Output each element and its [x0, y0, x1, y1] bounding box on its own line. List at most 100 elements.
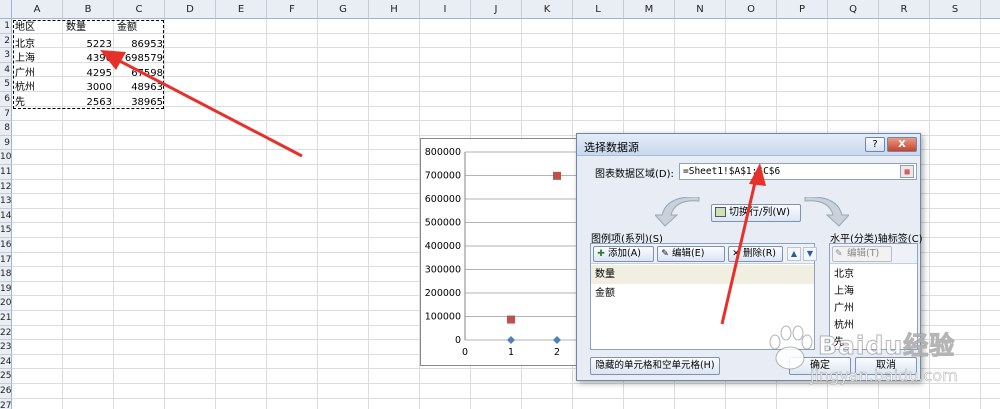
row-header[interactable]: 16	[0, 238, 12, 253]
axis-label-item[interactable]: 北京	[830, 266, 917, 283]
row-header[interactable]: 23	[0, 340, 12, 355]
close-button[interactable]: X	[887, 137, 917, 152]
grid-line-vertical	[368, 19, 369, 409]
axis-label-item[interactable]: 广州	[830, 300, 917, 317]
y-tick-label: 300000	[425, 265, 461, 276]
column-header[interactable]: R	[879, 0, 930, 19]
row-header[interactable]: 26	[0, 384, 12, 399]
edit-series-button[interactable]: ✎ 编辑(E)	[657, 246, 725, 262]
column-header[interactable]: Q	[828, 0, 879, 19]
data-point-diamond	[553, 336, 561, 344]
row-header[interactable]: 7	[0, 106, 12, 122]
dialog-titlebar[interactable]: 选择数据源 ? X	[577, 134, 920, 156]
column-header[interactable]: B	[63, 0, 114, 19]
column-header[interactable]: H	[369, 0, 420, 19]
series-item[interactable]: 金额	[591, 284, 814, 303]
row-header[interactable]: 14	[0, 208, 12, 224]
edit-axis-labels-button[interactable]: ✎ 编辑(T)	[832, 246, 892, 262]
row-header[interactable]: 4	[0, 62, 12, 78]
grid-line-vertical	[164, 19, 165, 409]
delete-series-button[interactable]: ✕ 删除(R)	[728, 246, 783, 262]
series-item[interactable]: 数量	[591, 265, 814, 284]
row-header[interactable]: 15	[0, 223, 12, 238]
column-header[interactable]: L	[573, 0, 624, 19]
data-point-square	[507, 315, 515, 324]
edit-axis-labels-label: 编辑(T)	[847, 248, 880, 259]
delete-series-label: 删除(R)	[743, 248, 777, 259]
row-header[interactable]: 25	[0, 369, 12, 384]
chart-data-range-value: =Sheet1!$A$1:$C$6	[683, 166, 781, 177]
row-header[interactable]: 2	[0, 33, 12, 49]
row-header[interactable]: 18	[0, 267, 12, 282]
column-header[interactable]: P	[777, 0, 828, 19]
y-tick-label: 800000	[425, 147, 461, 158]
y-tick-label: 100000	[425, 312, 461, 323]
row-header[interactable]: 17	[0, 252, 12, 268]
row-header[interactable]: 13	[0, 194, 12, 209]
axis-labels-list: 北京 上海 广州 杭州 先	[830, 266, 917, 349]
y-tick-label: 200000	[425, 288, 461, 299]
move-down-icon[interactable]: ▼	[803, 247, 817, 261]
grid-line-horizontal	[12, 120, 1000, 122]
switch-row-column-button[interactable]: 切换行/列(W)	[711, 204, 801, 222]
column-header[interactable]: O	[726, 0, 777, 19]
move-up-icon[interactable]: ▲	[787, 247, 801, 261]
column-header[interactable]: J	[471, 0, 522, 19]
column-header[interactable]: T	[981, 0, 1000, 19]
dialog-title: 选择数据源	[584, 141, 639, 154]
row-header[interactable]: 6	[0, 92, 12, 107]
copy-marquee	[13, 20, 164, 109]
row-header[interactable]: 9	[0, 135, 12, 151]
grid-line-vertical	[266, 19, 267, 409]
row-header[interactable]: 8	[0, 121, 12, 136]
y-tick-label: 600000	[425, 194, 461, 205]
row-header[interactable]: 12	[0, 179, 12, 195]
help-button[interactable]: ?	[865, 137, 885, 152]
x-tick-label: 0	[462, 347, 468, 358]
column-header[interactable]: F	[267, 0, 318, 19]
ok-button[interactable]: 确定	[789, 357, 851, 375]
y-tick-label: 0	[455, 335, 461, 346]
chart-data-range-label: 图表数据区域(D):	[595, 169, 674, 180]
add-icon: ✚	[597, 249, 605, 259]
axis-label-item[interactable]: 先	[830, 334, 917, 351]
delete-icon: ✕	[732, 249, 740, 259]
legend-toolbar: ✚ 添加(A) ✎ 编辑(E) ✕ 删除(R) ▲ ▼	[591, 244, 817, 264]
switch-row-column-label: 切换行/列(W)	[729, 207, 791, 218]
add-series-label: 添加(A)	[608, 248, 641, 259]
column-header[interactable]: E	[216, 0, 267, 19]
row-header[interactable]: 19	[0, 281, 12, 297]
edit-series-label: 编辑(E)	[672, 248, 705, 259]
y-tick-label: 500000	[425, 218, 461, 229]
range-collapse-icon[interactable]: ▦	[900, 165, 914, 178]
y-tick-label: 400000	[425, 241, 461, 252]
column-header[interactable]: N	[675, 0, 726, 19]
select-all-corner[interactable]	[0, 0, 12, 19]
column-header[interactable]: D	[165, 0, 216, 19]
row-header[interactable]: 20	[0, 296, 12, 311]
axis-label-item[interactable]: 上海	[830, 283, 917, 300]
row-header[interactable]: 5	[0, 77, 12, 92]
row-header[interactable]: 21	[0, 311, 12, 326]
column-header[interactable]: M	[624, 0, 675, 19]
row-header[interactable]: 24	[0, 354, 12, 370]
column-header[interactable]: G	[318, 0, 369, 19]
hidden-and-empty-cells-button[interactable]: 隐藏的单元格和空单元格(H)	[590, 357, 720, 375]
row-header[interactable]: 3	[0, 48, 12, 63]
row-header[interactable]: 11	[0, 165, 12, 180]
column-header[interactable]: K	[522, 0, 573, 19]
row-header[interactable]: 27	[0, 398, 12, 409]
cancel-button[interactable]: 取消	[855, 357, 917, 375]
row-header[interactable]: 10	[0, 150, 12, 165]
column-header[interactable]: C	[114, 0, 165, 19]
grid-line-horizontal	[12, 397, 1000, 399]
column-header[interactable]: A	[12, 0, 63, 19]
axis-label-item[interactable]: 杭州	[830, 317, 917, 334]
add-series-button[interactable]: ✚ 添加(A)	[593, 246, 654, 262]
chart-data-range-input[interactable]: =Sheet1!$A$1:$C$6 ▦	[679, 163, 917, 180]
row-header[interactable]: 22	[0, 325, 12, 341]
column-header[interactable]: S	[930, 0, 981, 19]
data-point-square	[553, 171, 561, 180]
column-header[interactable]: I	[420, 0, 471, 19]
row-header[interactable]: 1	[0, 19, 12, 34]
